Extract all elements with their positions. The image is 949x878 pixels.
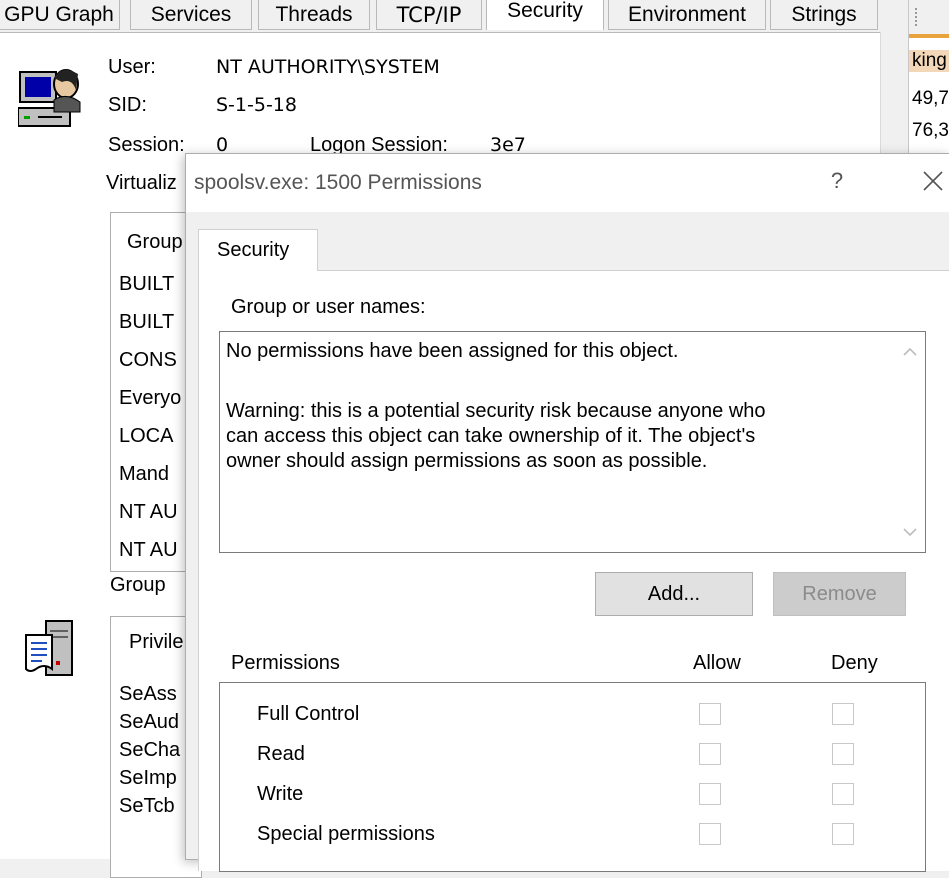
warning-message-line: Warning: this is a potential security ri…	[226, 400, 766, 422]
allow-checkbox[interactable]	[699, 823, 721, 845]
no-permissions-message: No permissions have been assigned for th…	[226, 340, 679, 362]
allow-checkbox[interactable]	[699, 743, 721, 765]
groups-column-header[interactable]: Group	[127, 231, 183, 254]
group-or-user-names-list[interactable]: No permissions have been assigned for th…	[219, 331, 926, 553]
sid-label: SID:	[108, 94, 147, 116]
tab-security[interactable]: Security	[486, 0, 604, 30]
list-item[interactable]: BUILT	[119, 311, 174, 334]
deny-checkbox[interactable]	[832, 823, 854, 845]
list-item[interactable]: CONS	[119, 349, 177, 372]
help-button[interactable]: ?	[822, 168, 852, 194]
permission-name: Full Control	[257, 703, 360, 725]
toolbar-fragment	[909, 0, 949, 34]
group-or-user-names-label: Group or user names:	[231, 296, 426, 318]
remove-button[interactable]: Remove	[773, 572, 906, 616]
list-item[interactable]: NT AU	[119, 539, 178, 562]
tab-environment[interactable]: Environment	[608, 0, 766, 30]
tab-services[interactable]: Services	[130, 0, 252, 30]
list-scrollbar[interactable]	[895, 332, 925, 552]
tab-strings[interactable]: Strings	[770, 0, 878, 30]
tab-gpu-graph[interactable]: GPU Graph	[0, 0, 120, 30]
permissions-label: Permissions	[231, 652, 340, 674]
add-button[interactable]: Add...	[595, 572, 753, 616]
accent-bar	[909, 34, 949, 38]
cell-fragment: 76,3	[912, 120, 949, 141]
tab-security[interactable]: Security	[198, 229, 318, 271]
cell-fragment: 49,7	[912, 88, 949, 109]
scroll-down-icon[interactable]	[901, 526, 919, 538]
list-item[interactable]: SeCha	[119, 739, 180, 762]
list-item[interactable]: SeTcb	[119, 795, 175, 818]
user-computer-icon	[18, 69, 81, 127]
user-label: User:	[108, 56, 156, 78]
list-item[interactable]: Everyo	[119, 387, 181, 410]
column-header-fragment[interactable]: king	[909, 50, 949, 72]
virtualized-label: Virtualiz	[106, 172, 177, 194]
deny-checkbox[interactable]	[832, 783, 854, 805]
list-item[interactable]: BUILT	[119, 273, 174, 296]
list-item[interactable]: LOCA	[119, 425, 173, 448]
sid-value: S-1-5-18	[216, 94, 297, 116]
warning-message-line: can access this object can take ownershi…	[226, 425, 756, 447]
tab-threads[interactable]: Threads	[258, 0, 370, 30]
privileges-column-header[interactable]: Privile	[129, 631, 183, 654]
tab-tcpip[interactable]: TCP/IP	[376, 0, 482, 30]
permission-name: Write	[257, 783, 304, 805]
warning-message-line: owner should assign permissions as soon …	[226, 450, 708, 472]
deny-checkbox[interactable]	[832, 703, 854, 725]
dialog-titlebar[interactable]: spoolsv.exe: 1500 Permissions ?	[186, 154, 949, 212]
group-sid-label: Group	[110, 574, 166, 596]
properties-tab-strip: GPU Graph Services Threads TCP/IP Securi…	[0, 0, 880, 33]
list-item[interactable]: NT AU	[119, 501, 178, 524]
toolbar-grip[interactable]	[915, 8, 921, 26]
privileges-server-icon	[25, 620, 73, 676]
list-item[interactable]: SeAss	[119, 683, 177, 706]
scroll-up-icon[interactable]	[901, 346, 919, 358]
list-item[interactable]: SeImp	[119, 767, 177, 790]
list-item[interactable]: Mand	[119, 463, 169, 486]
close-icon[interactable]	[916, 164, 949, 198]
deny-checkbox[interactable]	[832, 743, 854, 765]
allow-column-label: Allow	[693, 652, 741, 674]
permissions-dialog: spoolsv.exe: 1500 Permissions ? Security…	[185, 153, 949, 872]
permission-name: Read	[257, 743, 305, 765]
permission-name: Special permissions	[257, 823, 435, 845]
session-label: Session:	[108, 134, 185, 156]
allow-checkbox[interactable]	[699, 783, 721, 805]
permissions-list: Full Control Read Write Special permissi…	[219, 682, 926, 872]
deny-column-label: Deny	[831, 652, 878, 674]
user-value: NT AUTHORITY\SYSTEM	[216, 56, 440, 78]
list-item[interactable]: SeAud	[119, 711, 179, 734]
allow-checkbox[interactable]	[699, 703, 721, 725]
dialog-title: spoolsv.exe: 1500 Permissions	[194, 171, 482, 194]
